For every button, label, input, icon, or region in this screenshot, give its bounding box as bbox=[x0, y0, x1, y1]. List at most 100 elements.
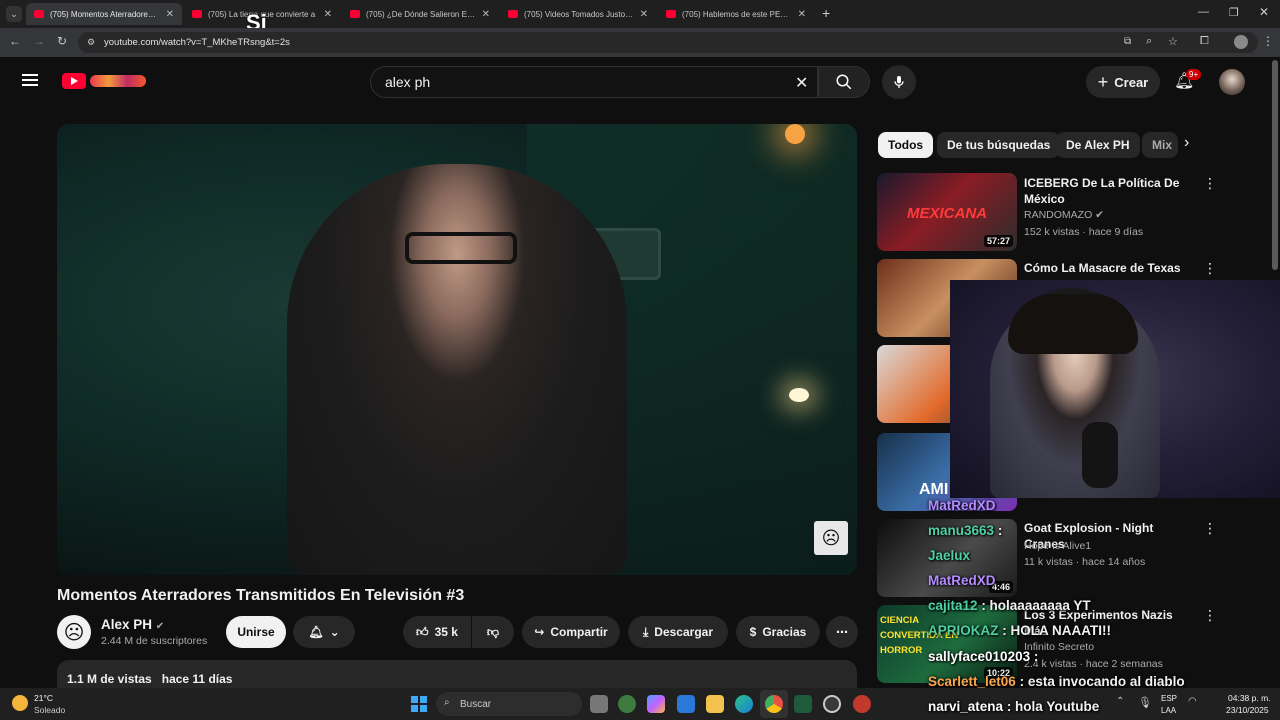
bookmark-star-icon[interactable]: ☆ bbox=[1168, 35, 1178, 48]
close-tab-icon[interactable]: ✕ bbox=[324, 9, 332, 20]
related-title[interactable]: ICEBERG De La Política De México bbox=[1024, 175, 1194, 207]
chat-message: narvi_atena : hola Youtube bbox=[928, 699, 1099, 714]
chip-mix[interactable]: Mix bbox=[1142, 132, 1178, 158]
wifi-icon[interactable]: ◠ bbox=[1188, 696, 1197, 707]
related-thumbnail[interactable]: MEXICANA 57:27 bbox=[877, 173, 1017, 251]
doodle-icon bbox=[90, 75, 146, 87]
subscribed-bell-button[interactable]: 🔔︎ ⌄ bbox=[293, 616, 355, 648]
page-scrollbar[interactable] bbox=[1272, 60, 1278, 270]
chat-text: : esta invocando al diablo bbox=[1019, 674, 1185, 689]
browser-tab-1[interactable]: (705) Momentos Aterradores Tr ✕ bbox=[26, 3, 182, 25]
chip-from-searches[interactable]: De tus búsquedas bbox=[937, 132, 1061, 158]
url-field[interactable]: ⚙ youtube.com/watch?v=T_MKheTRsng&t=2s ⧉… bbox=[78, 32, 1258, 53]
site-info-icon[interactable]: ⚙ bbox=[87, 37, 95, 48]
browser-tab-4[interactable]: (705) Videos Tomados Justo Ar ✕ bbox=[500, 3, 656, 25]
video-frame-person bbox=[287, 164, 627, 575]
channel-name[interactable]: Alex PH ✔ bbox=[101, 617, 164, 632]
channel-name-text: Alex PH bbox=[101, 617, 153, 632]
search-button[interactable] bbox=[818, 66, 870, 98]
new-tab-button[interactable]: + bbox=[822, 5, 830, 21]
create-button[interactable]: + Crear bbox=[1086, 66, 1160, 98]
terminal-icon[interactable] bbox=[794, 695, 812, 713]
voice-search-button[interactable] bbox=[882, 65, 916, 99]
windows-start-icon[interactable] bbox=[411, 696, 427, 712]
dislike-button[interactable]: 👎︎ bbox=[472, 616, 514, 648]
browser-menu-icon[interactable]: ⋮ bbox=[1262, 34, 1274, 48]
account-avatar[interactable] bbox=[1219, 69, 1245, 95]
channel-avatar[interactable]: ☹ bbox=[57, 615, 91, 649]
search-icon bbox=[836, 74, 852, 90]
language-bottom[interactable]: LAA bbox=[1161, 706, 1176, 715]
browser-tab-5[interactable]: (705) Hablemos de este PELICU ✕ bbox=[658, 3, 814, 25]
close-window-icon[interactable]: ✕ bbox=[1259, 5, 1269, 19]
related-menu-icon[interactable]: ⋮ bbox=[1203, 175, 1217, 192]
video-duration: 57:27 bbox=[983, 235, 1013, 247]
like-button[interactable]: 👍︎ 35 k bbox=[403, 616, 471, 648]
thanks-label: Gracias bbox=[762, 625, 807, 639]
search-icon: ⌕ bbox=[444, 697, 450, 708]
thumbs-up-icon: 👍︎ bbox=[416, 624, 429, 639]
app-icon[interactable] bbox=[618, 695, 636, 713]
more-actions-button[interactable]: ⋯ bbox=[826, 616, 858, 648]
zoom-icon[interactable]: ⌕ bbox=[1146, 35, 1152, 48]
app-icon[interactable] bbox=[853, 695, 871, 713]
share-button[interactable]: ↪ Compartir bbox=[522, 616, 620, 648]
related-channel[interactable]: Hope Is Alive1 bbox=[1024, 540, 1091, 552]
upload-age: hace 11 días bbox=[161, 672, 233, 686]
related-channel[interactable]: RANDOMAZO ✔ bbox=[1024, 209, 1104, 221]
minimize-icon[interactable]: — bbox=[1198, 6, 1209, 18]
install-icon[interactable]: ⧉ bbox=[1124, 36, 1131, 47]
chat-text: : hola Youtube bbox=[1006, 699, 1100, 714]
close-tab-icon[interactable]: ✕ bbox=[482, 9, 490, 20]
youtube-logo[interactable] bbox=[62, 73, 146, 89]
mic-tray-icon[interactable]: 🎙︎ bbox=[1138, 696, 1152, 709]
close-tab-icon[interactable]: ✕ bbox=[640, 9, 648, 20]
chat-user: APRIOKAZ bbox=[928, 623, 999, 638]
obs-icon[interactable] bbox=[823, 695, 841, 713]
related-menu-icon[interactable]: ⋮ bbox=[1203, 607, 1217, 624]
related-title[interactable]: Cómo La Masacre de Texas bbox=[1024, 260, 1194, 276]
restore-icon[interactable]: ❐ bbox=[1229, 6, 1239, 19]
related-thumbnail[interactable]: CIENCIA CONVERTIDA EN HORROR 10:22 bbox=[877, 605, 1017, 683]
related-meta: 152 k vistas · hace 9 días bbox=[1024, 226, 1144, 238]
chips-next-icon[interactable]: › bbox=[1184, 134, 1189, 152]
forward-icon[interactable]: → bbox=[33, 34, 45, 48]
join-button[interactable]: Unirse bbox=[226, 616, 286, 648]
tab-list-button[interactable]: ⌄ bbox=[6, 6, 22, 22]
file-explorer-icon[interactable] bbox=[706, 695, 724, 713]
search-input-value: alex ph bbox=[385, 74, 431, 90]
tab-label: (705) Hablemos de este PELICU bbox=[682, 9, 792, 19]
extensions-icon[interactable]: ⧠ bbox=[1200, 35, 1209, 48]
menu-icon[interactable] bbox=[22, 74, 38, 86]
tray-chevron-icon[interactable]: ⌃ bbox=[1116, 696, 1124, 707]
chip-from-channel[interactable]: De Alex PH bbox=[1056, 132, 1140, 158]
search-input[interactable]: alex ph ✕ bbox=[370, 66, 818, 98]
weather-status: Soleado bbox=[34, 705, 66, 715]
clock-date[interactable]: 23/10/2025 bbox=[1226, 705, 1269, 715]
download-button[interactable]: ⤓ Descargar bbox=[628, 616, 728, 648]
back-icon[interactable]: ← bbox=[9, 34, 21, 48]
youtube-favicon-icon bbox=[192, 10, 202, 18]
tab-label: (705) Videos Tomados Justo Ar bbox=[524, 9, 634, 19]
reload-icon[interactable]: ↻ bbox=[57, 34, 67, 48]
close-tab-icon[interactable]: ✕ bbox=[166, 9, 174, 20]
related-menu-icon[interactable]: ⋮ bbox=[1203, 260, 1217, 277]
video-player[interactable]: ☹ bbox=[57, 124, 857, 575]
thanks-button[interactable]: $ Gracias bbox=[736, 616, 820, 648]
related-menu-icon[interactable]: ⋮ bbox=[1203, 520, 1217, 537]
clock-time[interactable]: 04:38 p. m. bbox=[1228, 693, 1271, 703]
weather-icon[interactable] bbox=[12, 695, 28, 711]
store-icon[interactable] bbox=[677, 695, 695, 713]
taskbar-search[interactable]: ⌕ Buscar bbox=[436, 692, 582, 716]
chip-all[interactable]: Todos bbox=[878, 132, 934, 158]
edge-icon[interactable] bbox=[735, 695, 753, 713]
profile-avatar-icon[interactable] bbox=[1234, 35, 1248, 49]
copilot-icon[interactable] bbox=[647, 695, 665, 713]
download-label: Descargar bbox=[654, 625, 714, 639]
close-tab-icon[interactable]: ✕ bbox=[798, 9, 806, 20]
task-view-icon[interactable] bbox=[590, 695, 608, 713]
browser-tab-3[interactable]: (705) ¿De Dónde Salieron Estas ✕ bbox=[342, 3, 498, 25]
channel-watermark-icon[interactable]: ☹ bbox=[814, 521, 848, 555]
clear-search-icon[interactable]: ✕ bbox=[795, 73, 808, 93]
language-top[interactable]: ESP bbox=[1161, 694, 1177, 703]
